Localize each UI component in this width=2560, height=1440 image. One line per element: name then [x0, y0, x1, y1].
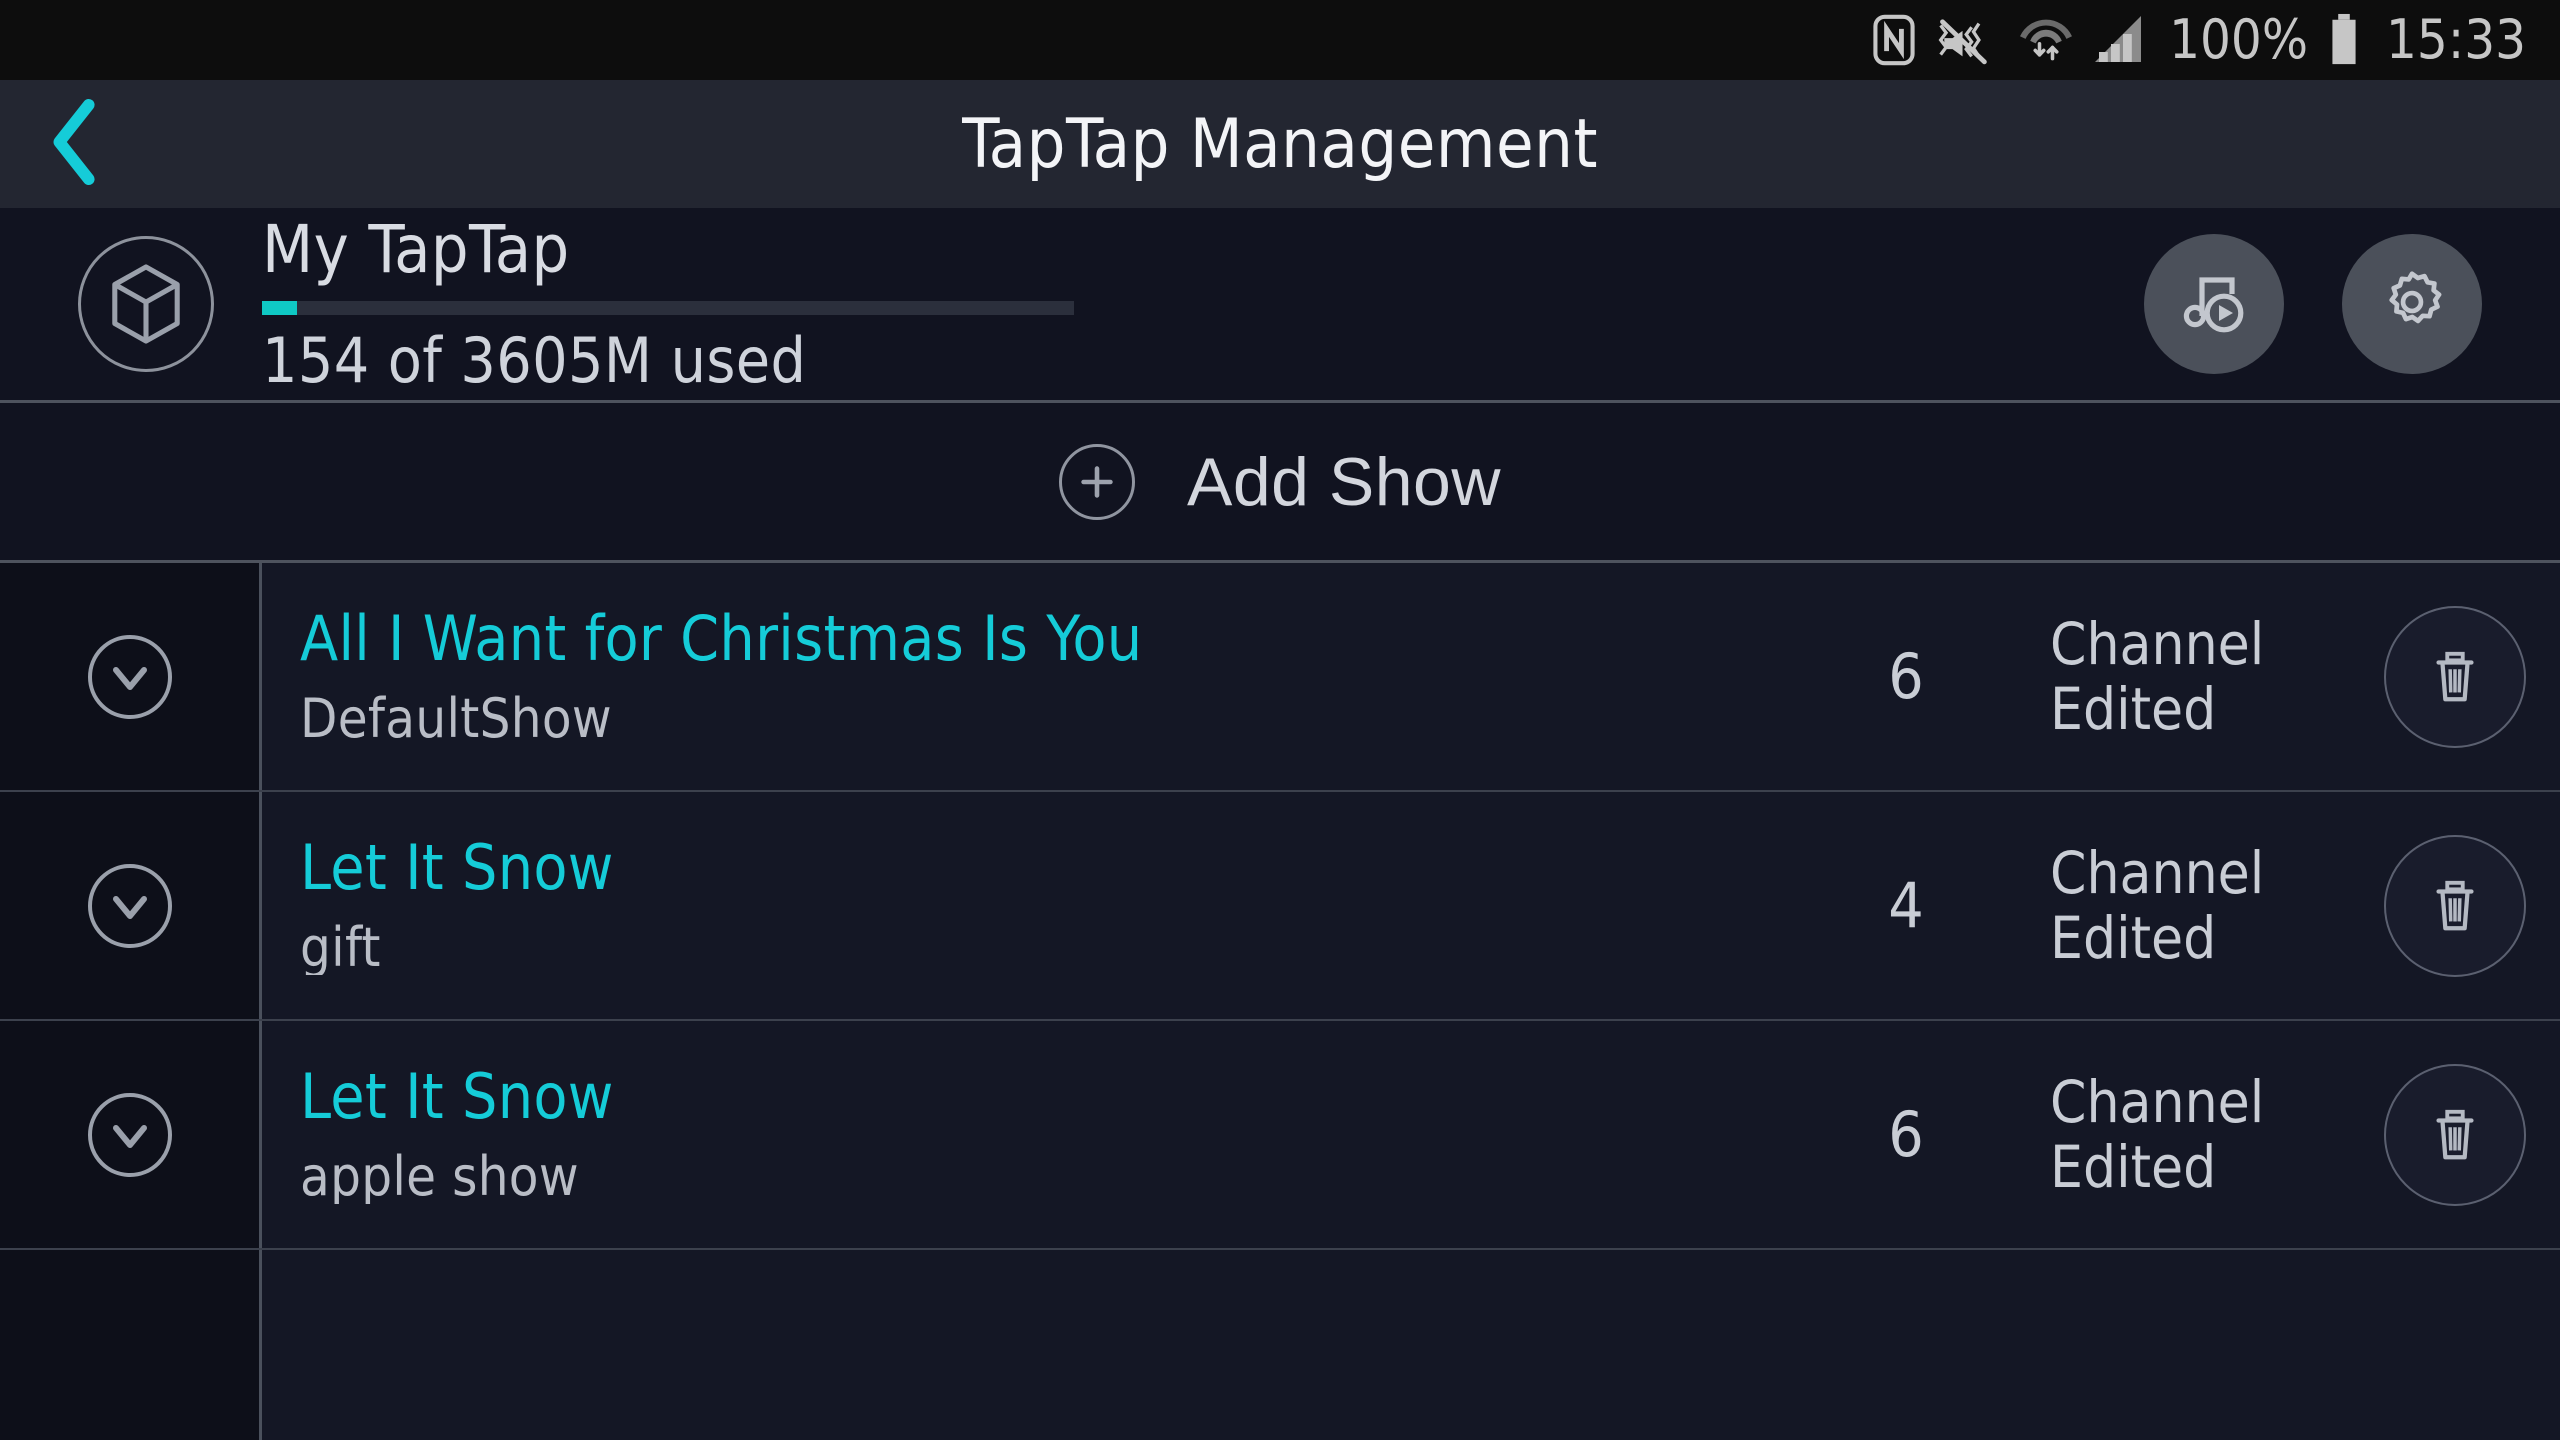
check-circle-icon	[87, 1092, 172, 1177]
show-status-line1: Channel	[2050, 1067, 2265, 1136]
show-list: All I Want for Christmas Is You DefaultS…	[0, 563, 2560, 1440]
battery-full-icon	[2328, 13, 2360, 67]
show-title[interactable]: Let It Snow	[300, 1066, 1786, 1128]
signal-bars-icon	[2093, 14, 2145, 66]
check-circle-icon	[87, 863, 172, 948]
show-title[interactable]: Let It Snow	[300, 837, 1786, 899]
show-status-line1: Channel	[2050, 609, 2265, 678]
row-select-button[interactable]	[0, 792, 262, 1019]
storage-info: My TapTap 154 of 3605M used	[262, 210, 2144, 398]
add-show-button[interactable]: Add Show	[0, 403, 2560, 563]
show-status-line2: Edited	[2050, 903, 2217, 972]
row-text-group: Let It Snow apple show	[300, 1066, 1786, 1204]
delete-show-button[interactable]	[2350, 1063, 2560, 1206]
gear-icon	[2375, 265, 2449, 344]
table-row[interactable]: Let It Snow gift 4 Channel Edited	[0, 792, 2560, 1021]
back-button[interactable]	[0, 80, 150, 208]
status-clock: 15:33	[2386, 8, 2526, 71]
row-select-button[interactable]	[0, 1250, 262, 1440]
mute-vibrate-icon	[1937, 14, 1999, 66]
row-text-group: Let It Snow gift	[300, 837, 1786, 975]
plus-circle-icon	[1059, 443, 1135, 520]
check-circle-icon	[87, 634, 172, 719]
show-title[interactable]: All I Want for Christmas Is You	[300, 608, 1786, 670]
table-row[interactable]	[0, 1250, 2560, 1440]
storage-usage-label: 154 of 3605M used	[262, 324, 807, 398]
row-text-group: All I Want for Christmas Is You DefaultS…	[300, 608, 1786, 746]
trash-icon	[2384, 1063, 2526, 1206]
page-title: TapTap Management	[962, 104, 1598, 184]
show-status-line2: Edited	[2050, 1132, 2217, 1201]
table-row[interactable]: Let It Snow apple show 6 Channel Edited	[0, 1021, 2560, 1250]
show-subtitle: DefaultShow	[300, 691, 612, 746]
row-content: Let It Snow gift 4 Channel Edited	[262, 792, 2560, 1019]
delete-show-button[interactable]	[2350, 834, 2560, 977]
wifi-icon	[2019, 14, 2073, 66]
nfc-icon	[1871, 14, 1917, 66]
row-content	[262, 1250, 2560, 1440]
chevron-left-icon	[47, 97, 103, 192]
storage-progress-fill	[262, 301, 297, 316]
row-select-button[interactable]	[0, 1021, 262, 1248]
show-status-line1: Channel	[2050, 838, 2265, 907]
music-play-icon	[2176, 264, 2252, 345]
trash-icon	[2384, 605, 2526, 748]
cube-box-icon	[78, 236, 214, 372]
delete-show-button[interactable]	[2350, 605, 2560, 748]
settings-button[interactable]	[2342, 234, 2482, 374]
show-status: Channel Edited	[2050, 609, 2350, 743]
media-player-button[interactable]	[2144, 234, 2284, 374]
app-bar: TapTap Management	[0, 80, 2560, 208]
show-count: 6	[1888, 640, 1924, 713]
row-content: Let It Snow apple show 6 Channel Edited	[262, 1021, 2560, 1248]
show-count: 6	[1888, 1098, 1924, 1171]
storage-panel: My TapTap 154 of 3605M used	[0, 208, 2560, 403]
add-show-label: Add Show	[1187, 443, 1501, 520]
row-select-button[interactable]	[0, 563, 262, 790]
show-count: 4	[1888, 869, 1924, 942]
battery-percent-label: 100%	[2169, 8, 2309, 71]
storage-progress-bar	[262, 301, 1074, 316]
table-row[interactable]: All I Want for Christmas Is You DefaultS…	[0, 563, 2560, 792]
row-content: All I Want for Christmas Is You DefaultS…	[262, 563, 2560, 790]
show-subtitle: apple show	[300, 1149, 579, 1204]
status-bar: 100% 15:33	[0, 0, 2560, 80]
trash-icon	[2384, 834, 2526, 977]
storage-name-label: My TapTap	[262, 210, 570, 288]
storage-actions	[2144, 234, 2482, 374]
show-status-line2: Edited	[2050, 674, 2217, 743]
show-status: Channel Edited	[2050, 1067, 2350, 1201]
show-status: Channel Edited	[2050, 838, 2350, 972]
show-subtitle: gift	[300, 920, 381, 975]
